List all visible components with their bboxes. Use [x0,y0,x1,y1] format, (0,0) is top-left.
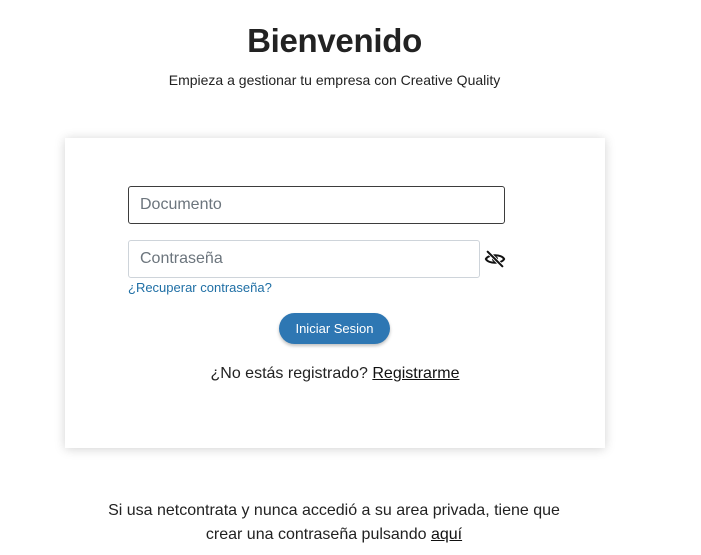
password-input[interactable] [128,240,480,278]
document-input[interactable] [128,186,505,224]
create-password-link[interactable]: aquí [431,526,462,543]
recover-password-link[interactable]: ¿Recuperar contraseña? [128,280,272,295]
footer-note-text: Si usa netcontrata y nunca accedió a su … [108,502,560,543]
page-subtitle: Empieza a gestionar tu empresa con Creat… [168,72,501,88]
register-link[interactable]: Registrarme [372,365,459,382]
register-prompt-line: ¿No estás registrado? Registrarme [65,364,605,384]
register-prompt-text: ¿No estás registrado? [210,365,368,382]
login-page: Bienvenido Empieza a gestionar tu empres… [0,0,701,555]
login-card: ¿Recuperar contraseña? Iniciar Sesion ¿N… [65,138,605,448]
login-button[interactable]: Iniciar Sesion [279,313,390,344]
page-title: Bienvenido [247,22,422,59]
footer-note: Si usa netcontrata y nunca accedió a su … [100,499,568,547]
eye-slash-icon[interactable] [484,248,506,270]
